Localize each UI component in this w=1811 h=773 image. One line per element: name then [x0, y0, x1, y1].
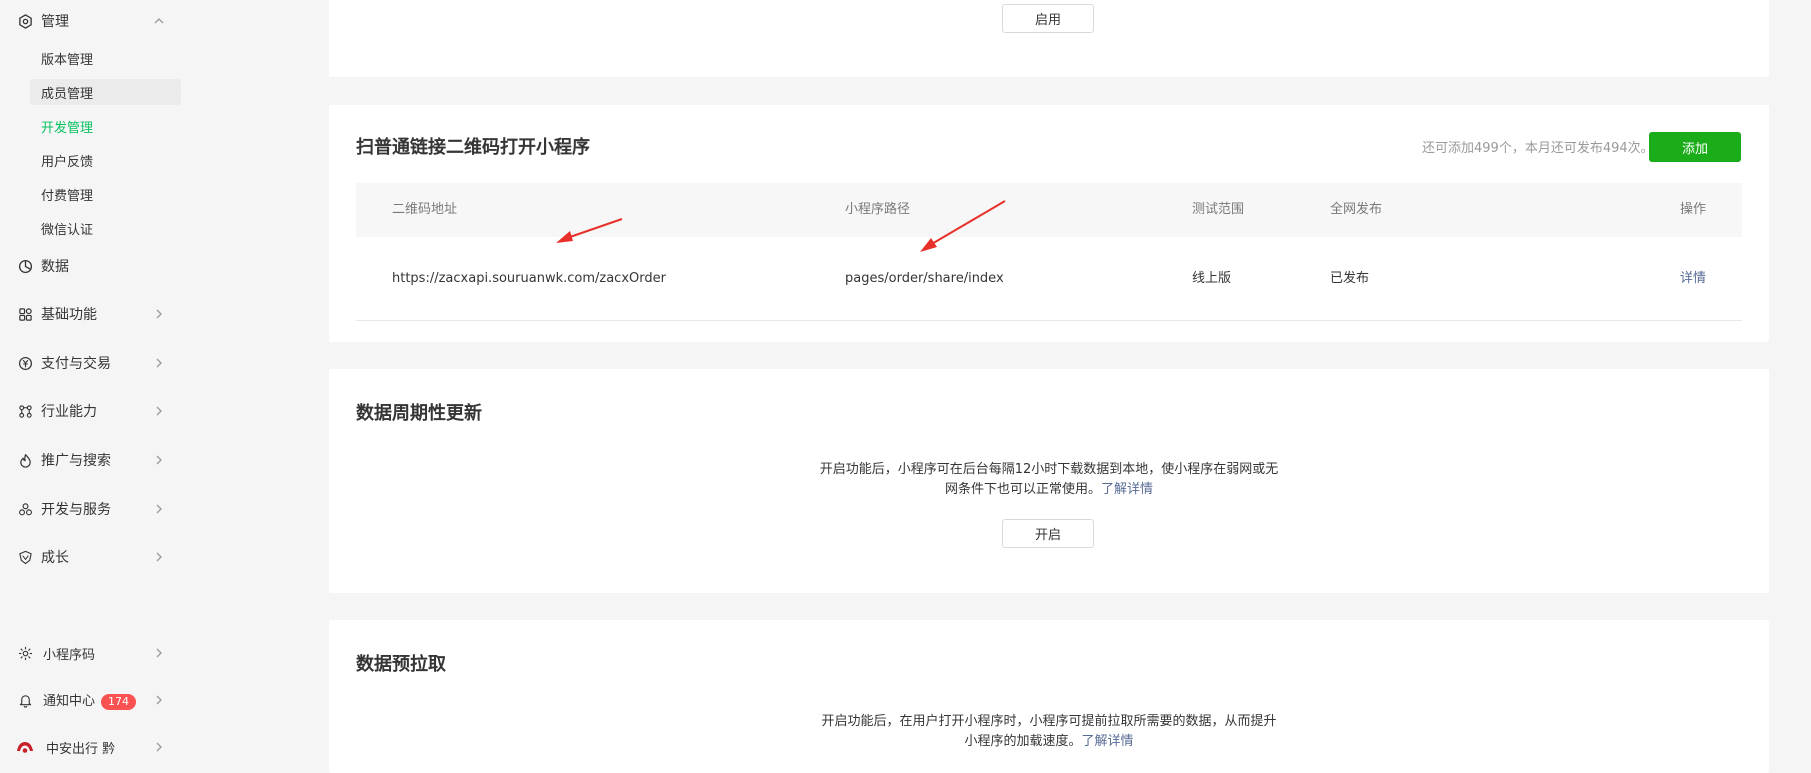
- sidebar-group-dev-service-label: 开发与服务: [41, 502, 111, 518]
- chevron-right-icon: [153, 551, 165, 563]
- notify-label-text: 通知中心: [43, 694, 96, 709]
- row-test-scope: 线上版: [1192, 271, 1232, 286]
- col-qrcode-url: 二维码地址: [392, 202, 458, 217]
- table-header: 二维码地址 小程序路径 测试范围 全网发布 操作: [356, 183, 1742, 237]
- periodic-description: 开启功能后，小程序可在后台每隔12小时下载数据到本地，使小程序在弱网或无 网条件…: [329, 460, 1769, 500]
- sidebar-account[interactable]: 中安出行 黔: [0, 729, 200, 765]
- table-row: https://zacxapi.souruanwk.com/zacxOrder …: [356, 237, 1742, 321]
- sidebar-notify-label: 通知中心 174: [43, 690, 137, 710]
- sidebar: 管理 版本管理 成员管理 开发管理 用户反馈 付费管理 微信认证 数据 基础功能…: [0, 0, 200, 773]
- sidebar-item-wechat-cert[interactable]: 微信认证: [30, 215, 181, 241]
- qrcode-rule-table: 二维码地址 小程序路径 测试范围 全网发布 操作 https://zacxapi…: [356, 183, 1742, 321]
- chevron-right-icon: [153, 503, 165, 515]
- shield-icon: [17, 549, 33, 565]
- bell-icon: [17, 692, 33, 708]
- row-qrcode-url: https://zacxapi.souruanwk.com/zacxOrder: [392, 271, 666, 286]
- grid-icon: [17, 306, 33, 322]
- flame-icon: [17, 452, 33, 468]
- periodic-desc-line2-wrap: 网条件下也可以正常使用。了解详情: [329, 480, 1769, 500]
- yuan-icon: [17, 355, 33, 371]
- row-detail-link[interactable]: 详情: [1680, 237, 1706, 321]
- sidebar-group-promotion-label: 推广与搜索: [41, 453, 111, 469]
- sidebar-group-payment-label: 支付与交易: [41, 356, 111, 372]
- chevron-right-icon: [153, 741, 165, 753]
- sidebar-group-manage[interactable]: 管理: [0, 3, 200, 39]
- periodic-desc-line2: 网条件下也可以正常使用。: [944, 482, 1101, 497]
- row-miniprogram-path: pages/order/share/index: [845, 271, 1004, 286]
- prefetch-desc-line2: 小程序的加载速度。: [964, 734, 1082, 749]
- prefetch-description: 开启功能后，在用户打开小程序时，小程序可提前拉取所需要的数据，从而提升 小程序的…: [329, 712, 1769, 752]
- sidebar-group-industry[interactable]: 行业能力: [0, 393, 200, 429]
- sidebar-item-member-manage[interactable]: 成员管理: [30, 79, 181, 105]
- periodic-update-card: 数据周期性更新 开启功能后，小程序可在后台每隔12小时下载数据到本地，使小程序在…: [329, 369, 1769, 593]
- sidebar-notify[interactable]: 通知中心 174: [0, 682, 200, 718]
- open-button[interactable]: 开启: [1002, 519, 1094, 548]
- prefetch-desc-line1: 开启功能后，在用户打开小程序时，小程序可提前拉取所需要的数据，从而提升: [821, 714, 1277, 729]
- chevron-right-icon: [153, 405, 165, 417]
- chevron-right-icon: [153, 308, 165, 320]
- pie-chart-icon: [17, 258, 33, 274]
- prefetch-card: 数据预拉取 开启功能后，在用户打开小程序时，小程序可提前拉取所需要的数据，从而提…: [329, 620, 1769, 773]
- enable-button[interactable]: 启用: [1002, 4, 1094, 33]
- sidebar-item-pay-manage[interactable]: 付费管理: [30, 181, 181, 207]
- sun-icon: [17, 645, 33, 661]
- account-logo-icon: [15, 739, 35, 755]
- add-button[interactable]: 添加: [1649, 132, 1741, 162]
- sidebar-qrcode-label: 小程序码: [43, 647, 96, 663]
- col-publish: 全网发布: [1330, 202, 1383, 217]
- row-publish-status: 已发布: [1330, 271, 1370, 286]
- sidebar-item-version-manage[interactable]: 版本管理: [30, 45, 181, 71]
- manage-gear-icon: [17, 13, 33, 29]
- sidebar-group-promotion[interactable]: 推广与搜索: [0, 442, 200, 478]
- chevron-right-icon: [153, 694, 165, 706]
- sidebar-group-manage-label: 管理: [41, 14, 69, 30]
- prefetch-desc-line2-wrap: 小程序的加载速度。了解详情: [329, 732, 1769, 752]
- enable-feature-card: 启用: [329, 0, 1769, 77]
- sidebar-group-dev-service[interactable]: 开发与服务: [0, 491, 200, 527]
- prefetch-learn-more-link[interactable]: 了解详情: [1082, 734, 1134, 749]
- sidebar-item-user-feedback[interactable]: 用户反馈: [30, 147, 181, 173]
- chevron-right-icon: [153, 357, 165, 369]
- sidebar-group-data[interactable]: 数据: [0, 248, 200, 284]
- col-miniprogram-path: 小程序路径: [845, 202, 911, 217]
- sidebar-group-basic-label: 基础功能: [41, 307, 97, 323]
- sidebar-group-payment[interactable]: 支付与交易: [0, 345, 200, 381]
- sidebar-item-dev-manage[interactable]: 开发管理: [30, 113, 181, 139]
- qrcode-link-card: 扫普通链接二维码打开小程序 还可添加499个，本月还可发布494次。 添加 二维…: [329, 105, 1769, 342]
- cubes-icon: [17, 501, 33, 517]
- sidebar-qrcode[interactable]: 小程序码: [0, 635, 200, 671]
- quota-text: 还可添加499个，本月还可发布494次。: [1422, 141, 1654, 156]
- sidebar-group-growth[interactable]: 成长: [0, 539, 200, 575]
- notify-badge: 174: [101, 694, 137, 710]
- periodic-learn-more-link[interactable]: 了解详情: [1101, 482, 1153, 497]
- chevron-right-icon: [153, 454, 165, 466]
- sidebar-account-label: 中安出行 黔: [46, 741, 116, 757]
- col-test-scope: 测试范围: [1192, 202, 1245, 217]
- prefetch-card-title: 数据预拉取: [356, 654, 446, 675]
- qrcode-card-title: 扫普通链接二维码打开小程序: [356, 137, 590, 158]
- sidebar-group-growth-label: 成长: [41, 550, 69, 566]
- sidebar-group-basic[interactable]: 基础功能: [0, 296, 200, 332]
- periodic-desc-line1: 开启功能后，小程序可在后台每隔12小时下载数据到本地，使小程序在弱网或无: [819, 462, 1279, 477]
- sidebar-group-industry-label: 行业能力: [41, 404, 97, 420]
- chevron-up-icon: [153, 15, 165, 27]
- sidebar-group-data-label: 数据: [41, 259, 69, 275]
- nodes-icon: [17, 403, 33, 419]
- chevron-right-icon: [153, 647, 165, 659]
- periodic-card-title: 数据周期性更新: [356, 403, 482, 424]
- col-action: 操作: [1680, 202, 1707, 217]
